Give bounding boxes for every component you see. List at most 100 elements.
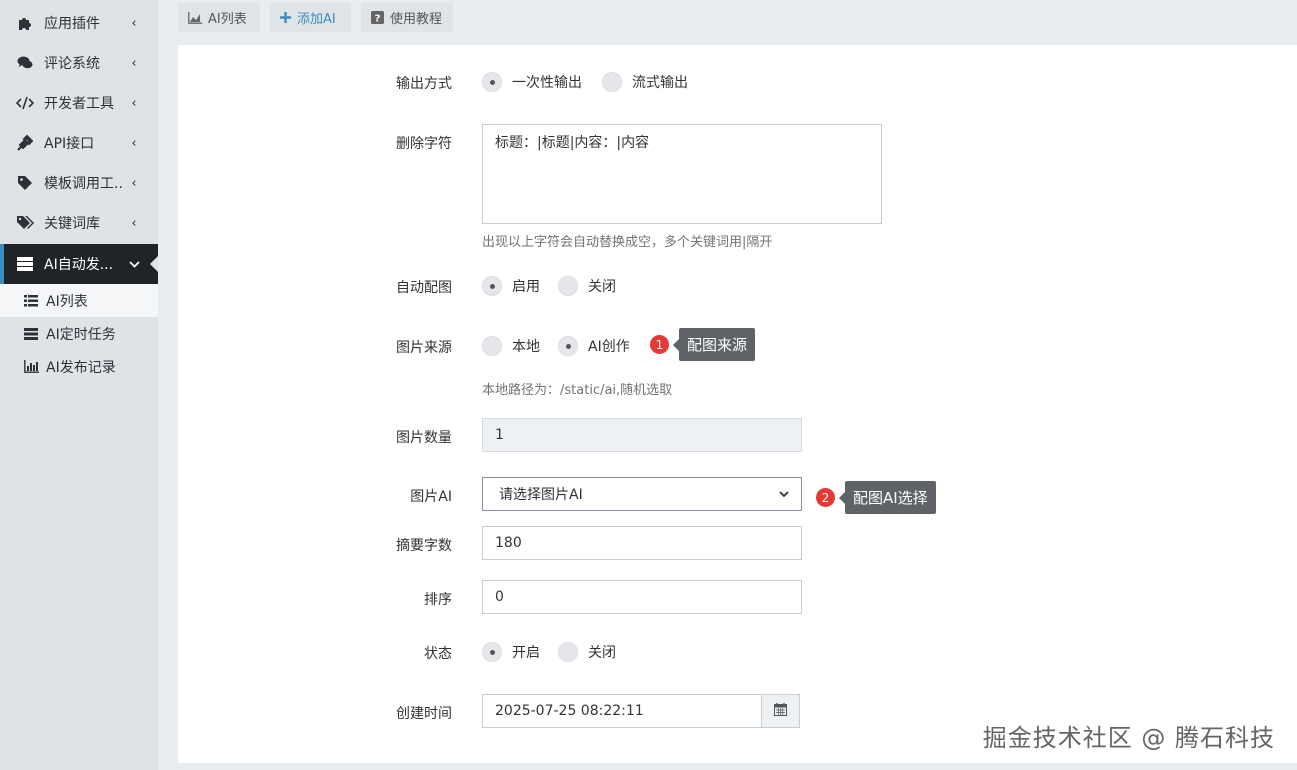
radio-selected-dot xyxy=(489,283,495,289)
callout-number-badge: 2 xyxy=(816,488,835,507)
chevron-left-icon: ‹ xyxy=(131,175,137,191)
sidebar-item-keywords[interactable]: 关键词库 ‹ xyxy=(0,203,158,243)
image-source-radio-group: 本地 AI创作 xyxy=(482,336,648,356)
delete-chars-textarea[interactable]: 标题：|标题|内容：|内容 xyxy=(482,124,882,224)
ai-list-button-label: AI列表 xyxy=(208,12,247,27)
plug-icon xyxy=(16,135,34,151)
delete-chars-label: 删除字符 xyxy=(396,136,452,152)
server-icon xyxy=(16,257,34,271)
status-on-radio[interactable]: 开启 xyxy=(482,642,540,662)
tutorial-button[interactable]: ? 使用教程 xyxy=(361,3,453,32)
bar-chart-icon xyxy=(24,360,40,373)
sidebar-subitem-label: AI发布记录 xyxy=(46,359,116,376)
callout-number-badge: 1 xyxy=(650,335,669,354)
radio-circle xyxy=(482,72,502,92)
add-ai-button-label: 添加AI xyxy=(297,12,336,27)
radio-label: 启用 xyxy=(512,279,540,295)
plus-icon xyxy=(280,12,291,23)
summary-chars-label: 摘要字数 xyxy=(396,538,452,554)
sidebar-subitem-label: AI定时任务 xyxy=(46,326,116,343)
comments-icon xyxy=(16,55,34,71)
image-ai-select[interactable]: 请选择图片AI xyxy=(482,477,802,511)
sidebar-item-label: 关键词库 xyxy=(44,216,100,232)
output-mode-once-radio[interactable]: 一次性输出 xyxy=(482,72,582,92)
radio-label: 开启 xyxy=(512,645,540,661)
sidebar-item-devtools[interactable]: 开发者工具 ‹ xyxy=(0,83,158,123)
auto-image-enable-radio[interactable]: 启用 xyxy=(482,276,540,296)
sort-input[interactable] xyxy=(482,580,802,614)
callout-image-source: 1 配图来源 xyxy=(650,328,756,361)
list-icon xyxy=(24,294,40,307)
add-ai-button[interactable]: 添加AI xyxy=(270,3,351,32)
radio-circle xyxy=(602,72,622,92)
sidebar-item-comments[interactable]: 评论系统 ‹ xyxy=(0,43,158,83)
status-label: 状态 xyxy=(424,646,452,662)
callout-tooltip: 配图AI选择 xyxy=(839,481,936,514)
chevron-left-icon: ‹ xyxy=(131,55,137,71)
radio-selected-dot xyxy=(565,343,571,349)
image-source-help: 本地路径为：/static/ai,随机选取 xyxy=(482,383,673,398)
created-at-input[interactable] xyxy=(482,694,762,728)
auto-image-disable-radio[interactable]: 关闭 xyxy=(558,276,616,296)
summary-chars-input[interactable] xyxy=(482,526,802,560)
puzzle-icon xyxy=(16,15,34,31)
image-source-local-radio[interactable]: 本地 xyxy=(482,336,540,356)
sidebar-item-label: 模板调用工... xyxy=(44,176,124,192)
radio-label: AI创作 xyxy=(588,339,630,355)
calendar-button[interactable] xyxy=(762,694,800,728)
callout-image-ai: 2 配图AI选择 xyxy=(816,481,936,514)
radio-label: 流式输出 xyxy=(632,75,688,91)
sidebar-subitem-ai-scheduled-tasks[interactable]: AI定时任务 xyxy=(0,317,158,350)
radio-selected-dot xyxy=(489,79,495,85)
sidebar-item-label: 开发者工具 xyxy=(44,96,114,112)
chevron-left-icon: ‹ xyxy=(131,95,137,111)
chevron-down-icon xyxy=(124,257,144,272)
sidebar-item-label: 评论系统 xyxy=(44,56,100,72)
question-square-icon: ? xyxy=(371,11,384,24)
sidebar-subitem-label: AI列表 xyxy=(46,293,88,310)
sidebar-item-plugins[interactable]: 应用插件 ‹ xyxy=(0,3,158,43)
image-count-input[interactable] xyxy=(482,418,802,452)
image-ai-label: 图片AI xyxy=(410,489,452,505)
toolbar: AI列表 添加AI ? 使用教程 xyxy=(158,0,1297,45)
sidebar-item-templates[interactable]: 模板调用工... ‹ xyxy=(0,163,158,203)
status-radio-group: 开启 关闭 xyxy=(482,642,634,662)
tags-icon xyxy=(16,215,34,231)
chevron-left-icon: ‹ xyxy=(131,135,137,151)
auto-image-label: 自动配图 xyxy=(396,280,452,296)
sidebar-item-label: API接口 xyxy=(44,136,95,152)
tag-icon xyxy=(16,175,34,191)
radio-circle xyxy=(482,642,502,662)
sidebar-item-api[interactable]: API接口 ‹ xyxy=(0,123,158,163)
chevron-down-icon xyxy=(779,486,789,502)
auto-image-radio-group: 启用 关闭 xyxy=(482,276,634,296)
sidebar-subitem-ai-publish-log[interactable]: AI发布记录 xyxy=(0,350,158,383)
status-off-radio[interactable]: 关闭 xyxy=(558,642,616,662)
output-mode-radio-group: 一次性输出 流式输出 xyxy=(482,72,706,92)
radio-label: 关闭 xyxy=(588,645,616,661)
radio-circle xyxy=(558,642,578,662)
sidebar-subitem-ai-list[interactable]: AI列表 xyxy=(0,284,158,317)
radio-label: 本地 xyxy=(512,339,540,355)
ai-list-button[interactable]: AI列表 xyxy=(178,3,260,32)
output-mode-stream-radio[interactable]: 流式输出 xyxy=(602,72,688,92)
svg-text:?: ? xyxy=(375,14,381,25)
chevron-left-icon: ‹ xyxy=(131,215,137,231)
sidebar-item-label: 应用插件 xyxy=(44,16,100,32)
image-source-ai-radio[interactable]: AI创作 xyxy=(558,336,630,356)
image-ai-select-value: 请选择图片AI xyxy=(499,487,583,503)
radio-circle xyxy=(558,336,578,356)
sidebar-item-label: AI自动发... xyxy=(44,257,114,273)
callout-tooltip: 配图来源 xyxy=(672,328,756,361)
image-source-label: 图片来源 xyxy=(396,340,452,356)
tasks-icon xyxy=(24,327,40,340)
sidebar-item-ai-auto-publish[interactable]: AI自动发... xyxy=(0,244,158,284)
sidebar: 应用插件 ‹ 评论系统 ‹ 开发者工具 ‹ API接口 ‹ 模板调用工... ‹… xyxy=(0,0,158,770)
code-icon xyxy=(16,96,34,110)
radio-circle xyxy=(482,336,502,356)
image-count-label: 图片数量 xyxy=(396,430,452,446)
chevron-left-icon: ‹ xyxy=(131,15,137,31)
calendar-icon xyxy=(774,702,787,720)
radio-circle xyxy=(482,276,502,296)
form-panel: 输出方式 一次性输出 流式输出 删除字符 标题：|标题|内容：|内容 出现以上字… xyxy=(178,45,1297,763)
